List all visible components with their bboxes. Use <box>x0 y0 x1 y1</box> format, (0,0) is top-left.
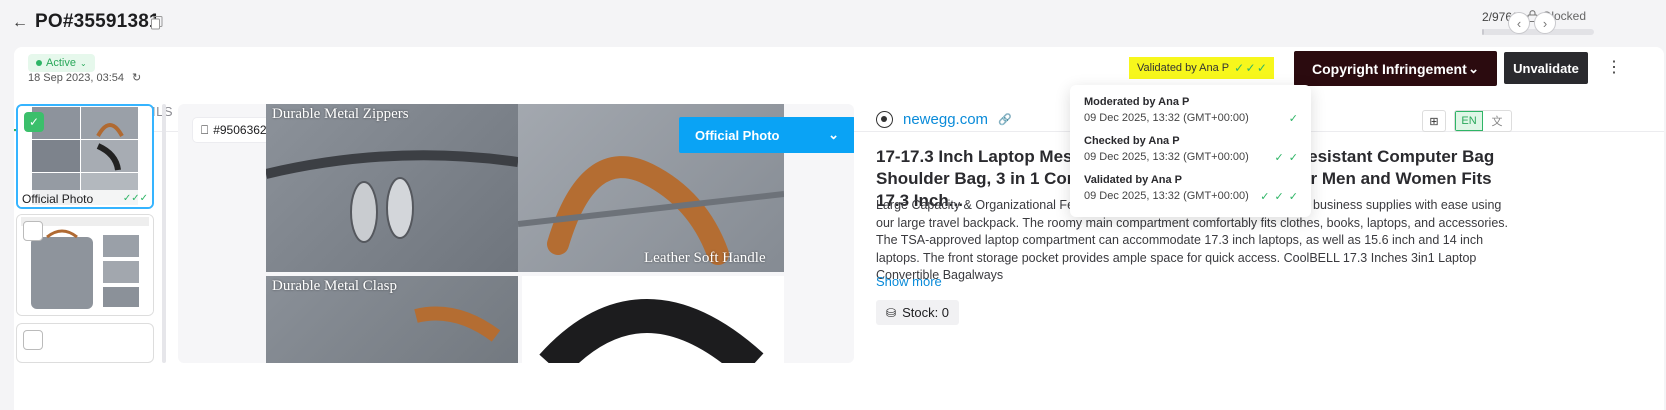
validation-history-popover: Moderated by Ana P 09 Dec 2025, 13:32 (G… <box>1070 85 1311 217</box>
history-time: 09 Dec 2025, 13:32 (GMT+00:00) <box>1084 151 1249 163</box>
history-label: Checked by Ana P <box>1084 135 1180 147</box>
show-more-link[interactable]: Show more <box>876 274 942 289</box>
unvalidate-button[interactable]: Unvalidate <box>1504 52 1588 84</box>
image-tile-zippers: Durable Metal Zippers <box>266 104 518 272</box>
external-link-icon[interactable]: 🔗 <box>998 113 1012 126</box>
validated-status-pill[interactable]: Validated by Ana P ✓ ✓ ✓ <box>1129 57 1274 79</box>
thumbnail-1[interactable]: ✓ Official Photo ✓✓✓ <box>16 104 154 209</box>
image-viewer: ⎕ #950636248 Durable Metal Zippers Leath… <box>178 104 854 363</box>
add-file-icon[interactable]: ⊞ <box>1422 110 1446 132</box>
status-date-text: 18 Sep 2023, 03:54 <box>28 71 125 84</box>
status-label: Active <box>46 57 76 69</box>
door-icon: ⎕ <box>201 122 209 137</box>
thumbnail-caption-text: Official Photo <box>22 191 94 206</box>
violation-type-select[interactable]: Copyright Infringement ⌄ <box>1294 51 1497 86</box>
copy-icon[interactable] <box>151 16 163 30</box>
photo-type-select[interactable]: Official Photo ⌄ <box>679 117 854 153</box>
database-icon: ⛁ <box>886 305 897 320</box>
previous-item-button[interactable]: ‹ <box>1508 12 1530 34</box>
thumbnail-scrollbar[interactable] <box>162 104 166 363</box>
status-dot-icon <box>36 60 42 66</box>
refresh-icon[interactable]: ↻ <box>132 71 141 84</box>
thumbnail-checkbox[interactable] <box>23 330 43 350</box>
strap-illustration <box>539 299 764 363</box>
history-label: Moderated by Ana P <box>1084 96 1190 108</box>
top-bar: ← PO#35591381 2/9766 Olocked ‹ › <box>0 0 1666 46</box>
triple-check-icon: ✓ ✓ ✓ <box>1234 61 1267 75</box>
status-date: 18 Sep 2023, 03:54 ↻ <box>28 71 141 85</box>
validated-label: Validated by Ana P <box>1137 62 1230 74</box>
image-label-clasp: Durable Metal Clasp <box>272 278 397 294</box>
double-check-icon: ✓✓✓ <box>122 193 148 204</box>
next-item-button[interactable]: › <box>1534 12 1556 34</box>
review-progress-fill <box>1482 29 1485 35</box>
thumbnail-list: ✓ Official Photo ✓✓✓ <box>16 104 156 363</box>
history-item-moderated: Moderated by Ana P 09 Dec 2025, 13:32 (G… <box>1084 96 1299 125</box>
product-title-line1: 17-17.3 Inch Laptop Mess <box>876 147 1082 166</box>
history-time: 09 Dec 2025, 13:32 (GMT+00:00) <box>1084 112 1249 124</box>
history-item-validated: Validated by Ana P 09 Dec 2025, 13:32 (G… <box>1084 174 1299 203</box>
thumbnail-checkbox-checked[interactable]: ✓ <box>24 112 44 132</box>
triple-check-icon: ✓ ✓ ✓ <box>1260 191 1299 203</box>
image-label-handle: Leather Soft Handle <box>644 250 766 266</box>
page-title: PO#35591381 <box>35 11 160 32</box>
chevron-down-icon: ⌄ <box>1468 60 1479 76</box>
violation-type-label: Copyright Infringement <box>1312 60 1467 77</box>
source-link[interactable]: newegg.com <box>903 111 988 128</box>
image-label-zippers: Durable Metal Zippers <box>272 106 409 122</box>
language-en-button[interactable]: EN <box>1455 111 1483 131</box>
double-check-icon: ✓ ✓ <box>1274 152 1299 164</box>
history-item-checked: Checked by Ana P 09 Dec 2025, 13:32 (GMT… <box>1084 135 1299 164</box>
stock-label: Stock: 0 <box>902 305 950 320</box>
image-tile-clasp: Durable Metal Clasp <box>266 276 518 363</box>
detail-tools: ⊞ EN 文 <box>1422 110 1512 132</box>
source-row: newegg.com 🔗 <box>876 111 1012 128</box>
thumbnail-3[interactable] <box>16 323 154 363</box>
more-options-icon[interactable]: ⋮ <box>1606 57 1622 77</box>
thumbnail-caption: Official Photo ✓✓✓ <box>18 190 152 207</box>
language-translate-button[interactable]: 文 <box>1483 111 1511 131</box>
thumbnail-2[interactable] <box>16 214 154 316</box>
language-toggle: EN 文 <box>1454 110 1512 132</box>
thumbnail-checkbox[interactable] <box>23 221 43 241</box>
check-icon: ✓ <box>1288 113 1299 125</box>
chevron-down-icon: ⌄ <box>828 127 839 142</box>
chevron-down-icon: ⌄ <box>79 58 87 68</box>
back-arrow-icon[interactable]: ← <box>12 14 28 32</box>
image-tile-strap <box>522 276 784 363</box>
photo-type-label: Official Photo <box>695 127 780 143</box>
stock-chip: ⛁ Stock: 0 <box>876 300 960 325</box>
globe-icon <box>876 111 893 128</box>
zipper-illustration <box>266 150 518 243</box>
status-badge[interactable]: Active ⌄ <box>28 54 95 72</box>
history-label: Validated by Ana P <box>1084 174 1183 186</box>
